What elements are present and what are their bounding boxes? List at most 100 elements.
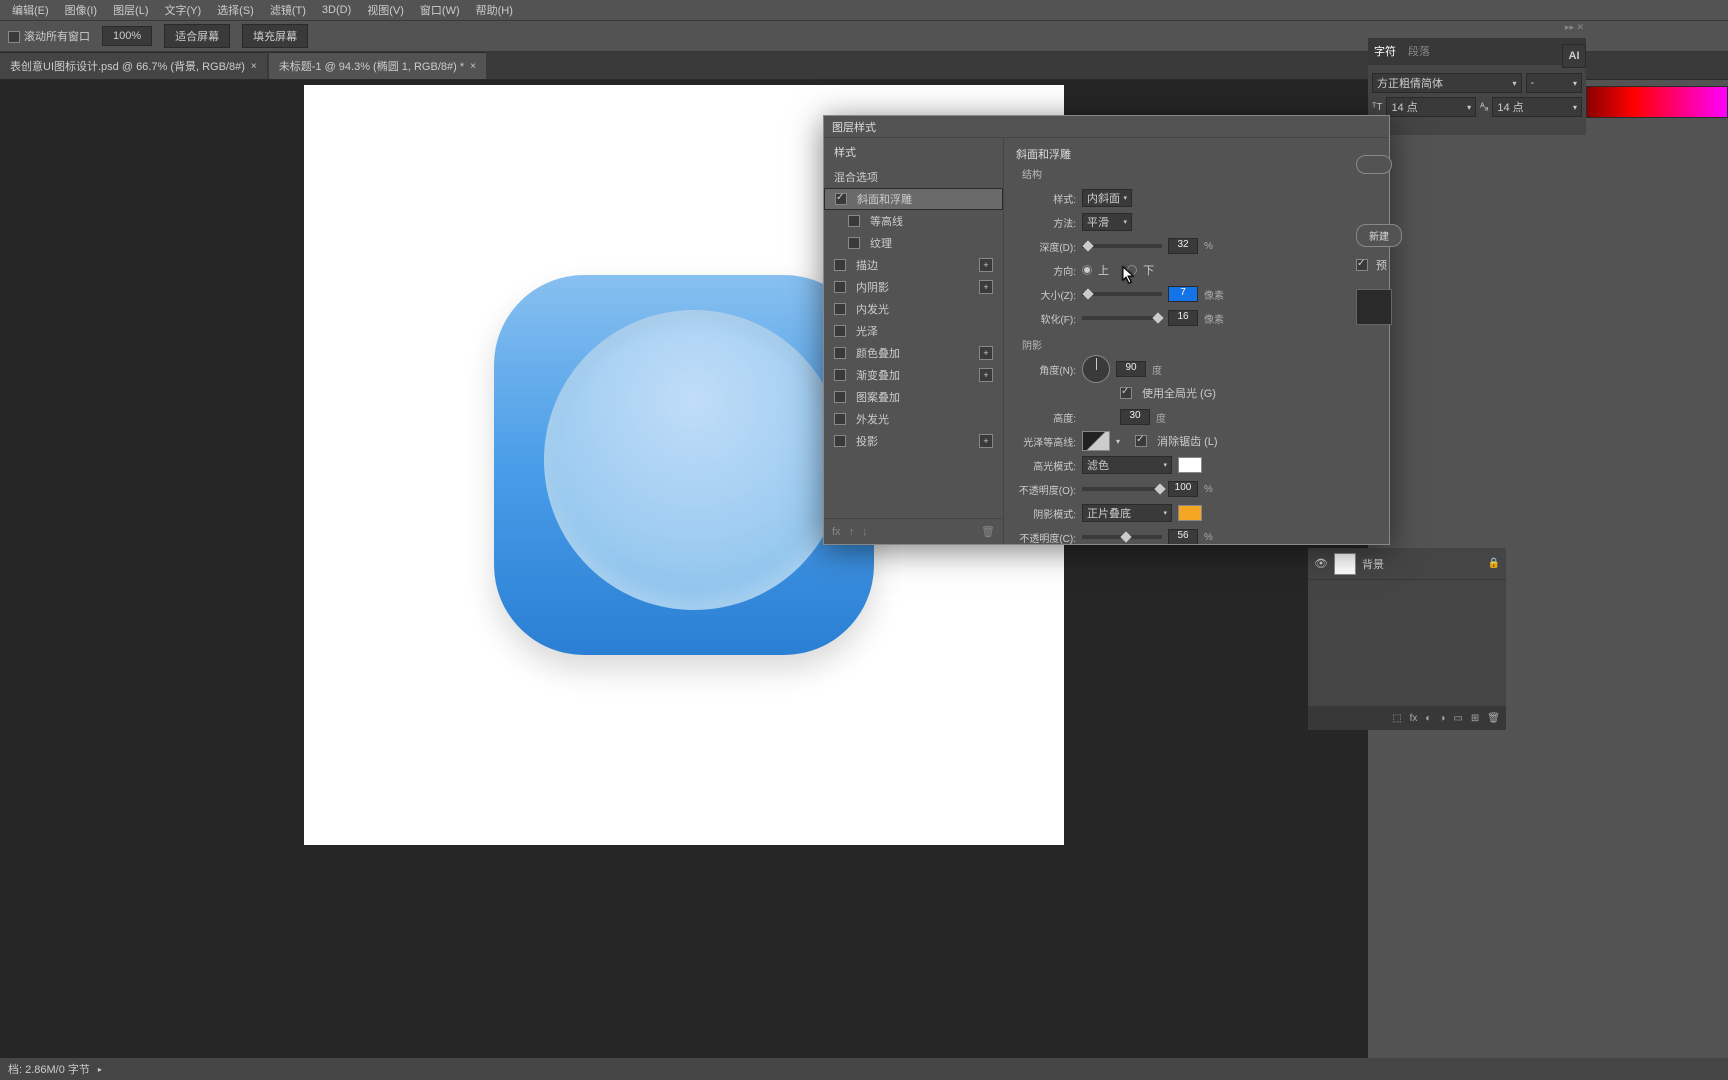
style-bevel[interactable]: 斜面和浮雕 (824, 188, 1003, 210)
altitude-input[interactable]: 30 (1120, 409, 1150, 425)
style-inner-glow[interactable]: 内发光 (824, 298, 1003, 320)
fx-menu-icon[interactable]: fx (832, 526, 841, 538)
gloss-contour[interactable] (1082, 431, 1110, 451)
global-light-checkbox[interactable] (1120, 387, 1132, 399)
menu-edit[interactable]: 编辑(E) (8, 0, 53, 20)
fill-screen-button[interactable]: 填充屏幕 (242, 24, 308, 48)
folder-icon[interactable]: ▭ (1453, 713, 1462, 724)
style-pattern-overlay[interactable]: 图案叠加 (824, 386, 1003, 408)
blending-options[interactable]: 混合选项 (824, 166, 1003, 188)
preview-checkbox[interactable] (1356, 259, 1368, 271)
move-down-icon[interactable]: ↓ (862, 526, 868, 538)
shadow-color[interactable] (1178, 505, 1202, 521)
layer-name[interactable]: 背景 (1362, 556, 1384, 572)
new-layer-icon[interactable]: ⊞ (1471, 713, 1479, 724)
plus-icon[interactable]: + (979, 280, 993, 294)
fit-screen-button[interactable]: 适合屏幕 (164, 24, 230, 48)
direction-down-radio[interactable] (1127, 265, 1137, 275)
angle-wheel[interactable] (1082, 355, 1110, 383)
highlight-color[interactable] (1178, 457, 1202, 473)
plus-icon[interactable]: + (979, 258, 993, 272)
menu-3d[interactable]: 3D(D) (318, 2, 355, 18)
style-select[interactable]: 内斜面▾ (1082, 189, 1132, 207)
style-outer-glow[interactable]: 外发光 (824, 408, 1003, 430)
fx-icon[interactable]: fx (1410, 713, 1418, 724)
document-tab-2[interactable]: 未标题-1 @ 94.3% (椭圆 1, RGB/8#) *× (269, 52, 486, 79)
menu-type[interactable]: 文字(Y) (161, 0, 206, 20)
panel-collapse-icons[interactable]: ▸▸ ✕ (1565, 22, 1584, 33)
style-contour[interactable]: 等高线 (824, 210, 1003, 232)
style-drop-shadow[interactable]: 投影+ (824, 430, 1003, 452)
depth-slider[interactable] (1082, 244, 1162, 248)
plus-icon[interactable]: + (979, 346, 993, 360)
scroll-all-checkbox[interactable]: 滚动所有窗口 (8, 28, 90, 44)
mask-icon[interactable]: ◐ (1425, 713, 1431, 724)
menu-layer[interactable]: 图层(L) (109, 0, 152, 20)
style-inner-shadow[interactable]: 内阴影+ (824, 276, 1003, 298)
visibility-icon[interactable]: 👁 (1314, 557, 1328, 571)
style-color-overlay[interactable]: 颜色叠加+ (824, 342, 1003, 364)
color-swatches[interactable] (1586, 86, 1728, 118)
ai-icon[interactable]: AI (1562, 44, 1586, 68)
bevel-settings: 斜面和浮雕 结构 样式:内斜面▾ 方法:平滑▾ 深度(D):32% 方向:上 下… (1004, 138, 1389, 544)
style-list: 样式 混合选项 斜面和浮雕 等高线 纹理 描边+ 内阴影+ 内发光 光泽 颜色叠… (824, 138, 1004, 544)
close-icon[interactable]: × (470, 61, 476, 72)
layer-row-background[interactable]: 👁 背景 🔒 (1308, 548, 1506, 580)
menu-window[interactable]: 窗口(W) (416, 0, 464, 20)
angle-input[interactable]: 90 (1116, 361, 1146, 377)
shadow-opacity-input[interactable]: 56 (1168, 529, 1198, 544)
soften-slider[interactable] (1082, 316, 1162, 320)
layer-style-dialog: 图层样式 样式 混合选项 斜面和浮雕 等高线 纹理 描边+ 内阴影+ 内发光 光… (823, 115, 1390, 545)
direction-up-radio[interactable] (1082, 265, 1092, 275)
tab-character[interactable]: 字符 (1374, 43, 1396, 59)
menu-view[interactable]: 视图(V) (363, 0, 408, 20)
close-icon[interactable]: × (251, 61, 257, 72)
structure-heading: 结构 (1022, 166, 1377, 181)
menu-filter[interactable]: 滤镜(T) (266, 0, 310, 20)
styles-heading[interactable]: 样式 (824, 138, 1003, 166)
highlight-opacity-slider[interactable] (1082, 487, 1162, 491)
leading-icon: ᴬₐ (1480, 102, 1488, 113)
highlight-mode-select[interactable]: 滤色▾ (1082, 456, 1172, 474)
link-icon[interactable]: ⬚ (1392, 713, 1401, 724)
trash-icon[interactable]: 🗑 (981, 525, 995, 538)
new-style-button[interactable]: 新建 (1356, 224, 1402, 247)
adjustment-icon[interactable]: ◑ (1439, 713, 1445, 724)
ok-button[interactable] (1356, 155, 1392, 174)
shadow-opacity-slider[interactable] (1082, 535, 1162, 539)
shadow-mode-select[interactable]: 正片叠底▾ (1082, 504, 1172, 522)
status-arrow-icon[interactable]: ▸ (98, 1065, 102, 1074)
layer-thumbnail[interactable] (1334, 553, 1356, 575)
leading-select[interactable]: 14 点▾ (1492, 97, 1582, 117)
soften-input[interactable]: 16 (1168, 310, 1198, 326)
plus-icon[interactable]: + (979, 434, 993, 448)
style-texture[interactable]: 纹理 (824, 232, 1003, 254)
tab-paragraph[interactable]: 段落 (1408, 43, 1430, 59)
menu-select[interactable]: 选择(S) (213, 0, 258, 20)
lock-icon[interactable]: 🔒 (1488, 558, 1500, 569)
highlight-opacity-input[interactable]: 100 (1168, 481, 1198, 497)
font-size-select[interactable]: 14 点▾ (1386, 97, 1476, 117)
plus-icon[interactable]: + (979, 368, 993, 382)
size-input[interactable]: 7 (1168, 286, 1198, 302)
move-up-icon[interactable]: ↑ (849, 526, 855, 538)
style-satin[interactable]: 光泽 (824, 320, 1003, 342)
status-text: 档: 2.86M/0 字节 (8, 1061, 90, 1077)
antialias-checkbox[interactable] (1135, 435, 1147, 447)
menu-image[interactable]: 图像(I) (61, 0, 101, 20)
style-stroke[interactable]: 描边+ (824, 254, 1003, 276)
font-family-select[interactable]: 方正粗倩简体▾ (1372, 73, 1522, 93)
technique-select[interactable]: 平滑▾ (1082, 213, 1132, 231)
font-style-select[interactable]: -▾ (1526, 73, 1583, 93)
dialog-title[interactable]: 图层样式 (824, 116, 1389, 138)
zoom-100-button[interactable]: 100% (102, 26, 152, 46)
document-tab-1[interactable]: 表创意UI图标设计.psd @ 66.7% (背景, RGB/8#)× (0, 52, 267, 79)
depth-input[interactable]: 32 (1168, 238, 1198, 254)
trash-icon[interactable]: 🗑 (1487, 713, 1500, 724)
status-bar: 档: 2.86M/0 字节 ▸ (0, 1058, 1728, 1080)
menu-bar: 编辑(E) 图像(I) 图层(L) 文字(Y) 选择(S) 滤镜(T) 3D(D… (0, 0, 1728, 20)
style-gradient-overlay[interactable]: 渐变叠加+ (824, 364, 1003, 386)
size-slider[interactable] (1082, 292, 1162, 296)
menu-help[interactable]: 帮助(H) (472, 0, 517, 20)
artwork-circle (544, 310, 844, 610)
